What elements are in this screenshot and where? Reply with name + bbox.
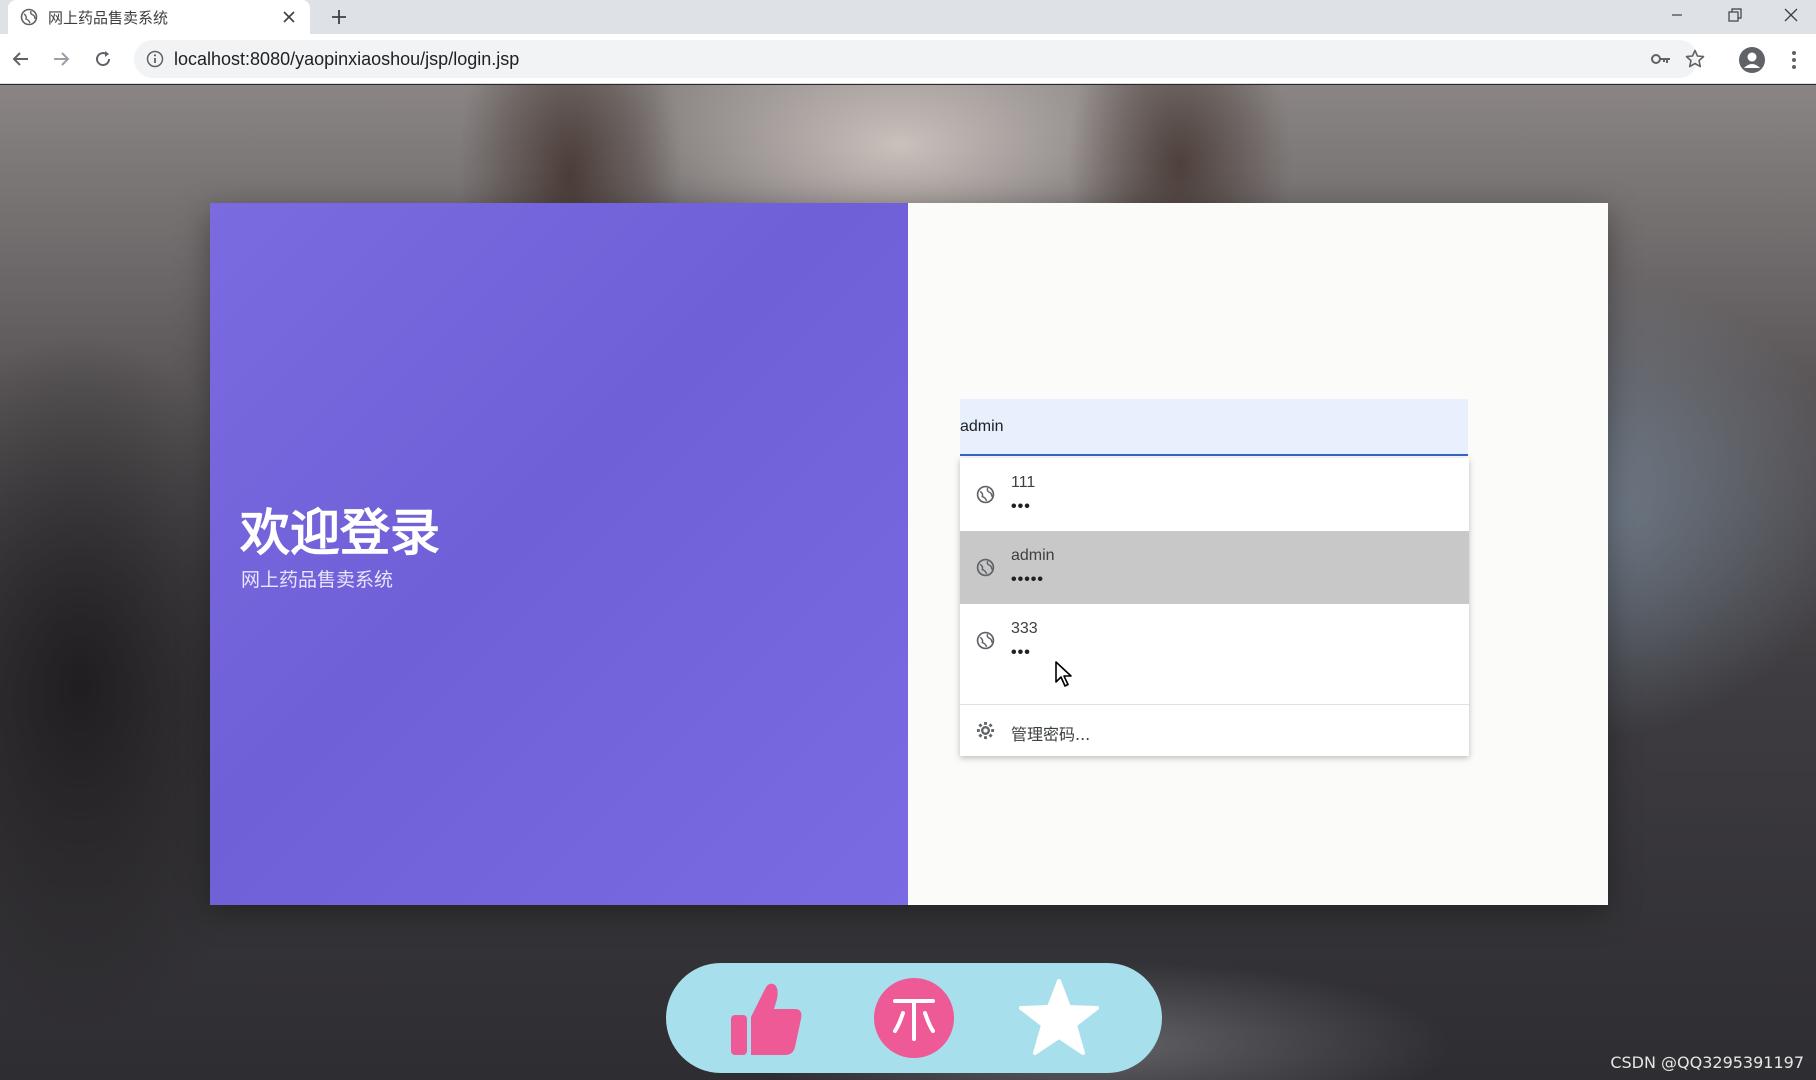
system-subtitle: 网上药品售卖系统	[241, 569, 394, 591]
autofill-username: 333	[1011, 620, 1038, 637]
page-viewport: 欢迎登录 网上药品售卖系统 admin 111 ••• admin •••••	[0, 85, 1816, 1080]
tab-strip: 网上药品售卖系统	[0, 0, 1816, 34]
autofill-entry-selected[interactable]: admin •••••	[960, 531, 1469, 604]
autofill-username: 111	[1011, 474, 1036, 491]
action-bar	[666, 963, 1162, 1073]
bookmark-star-icon[interactable]	[1684, 48, 1706, 70]
menu-kebab-icon[interactable]	[1784, 46, 1804, 74]
browser-toolbar: localhost:8080/yaopinxiaoshou/jsp/login.…	[0, 34, 1816, 84]
address-bar[interactable]: localhost:8080/yaopinxiaoshou/jsp/login.…	[134, 40, 1705, 78]
thumbs-up-icon[interactable]	[726, 977, 808, 1059]
login-card: 欢迎登录 网上药品售卖系统 admin 111 ••• admin •••••	[210, 203, 1608, 905]
manage-passwords-label: 管理密码...	[1011, 725, 1091, 744]
info-icon[interactable]	[144, 48, 166, 70]
autofill-password-mask: •••	[1011, 498, 1031, 515]
url-text: localhost:8080/yaopinxiaoshou/jsp/login.…	[174, 48, 520, 69]
tab-title: 网上药品售卖系统	[48, 9, 169, 27]
globe-icon	[976, 631, 995, 650]
minimize-icon[interactable]	[1652, 0, 1702, 30]
new-tab-icon[interactable]	[326, 4, 352, 30]
welcome-heading: 欢迎登录	[240, 504, 440, 562]
back-arrow-icon[interactable]	[6, 44, 36, 74]
key-icon[interactable]	[1650, 48, 1672, 70]
restore-icon[interactable]	[1710, 0, 1760, 30]
watermark: CSDN @QQ3295391197	[1610, 1053, 1804, 1072]
autofill-password-mask: •••	[1011, 644, 1031, 661]
tab-close-icon[interactable]	[280, 8, 298, 26]
manage-passwords-item[interactable]: 管理密码...	[960, 705, 1469, 756]
coin-icon[interactable]	[873, 977, 955, 1059]
reload-icon[interactable]	[88, 44, 118, 74]
welcome-panel: 欢迎登录 网上药品售卖系统	[210, 203, 908, 905]
autofill-username: admin	[1011, 547, 1055, 564]
username-input[interactable]: admin	[960, 399, 1468, 456]
close-window-icon[interactable]	[1766, 0, 1816, 30]
password-autofill-dropdown: 111 ••• admin ••••• 333 ••• 管理密码...	[960, 458, 1469, 756]
gear-icon	[976, 721, 995, 740]
username-value: admin	[960, 418, 1004, 435]
forward-arrow-icon[interactable]	[46, 44, 76, 74]
globe-icon	[976, 485, 995, 504]
profile-avatar-icon[interactable]	[1738, 46, 1766, 74]
autofill-entry[interactable]: 333 •••	[960, 604, 1469, 677]
globe-icon	[20, 8, 38, 26]
login-form-panel: admin 111 ••• admin ••••• 333 ••• 管理密码..…	[908, 203, 1608, 905]
autofill-entry[interactable]: 111 •••	[960, 458, 1469, 531]
globe-icon	[976, 558, 995, 577]
browser-tab[interactable]: 网上药品售卖系统	[8, 0, 310, 34]
mouse-cursor-icon	[1055, 661, 1072, 687]
star-icon[interactable]	[1018, 977, 1100, 1059]
autofill-password-mask: •••••	[1011, 571, 1045, 588]
